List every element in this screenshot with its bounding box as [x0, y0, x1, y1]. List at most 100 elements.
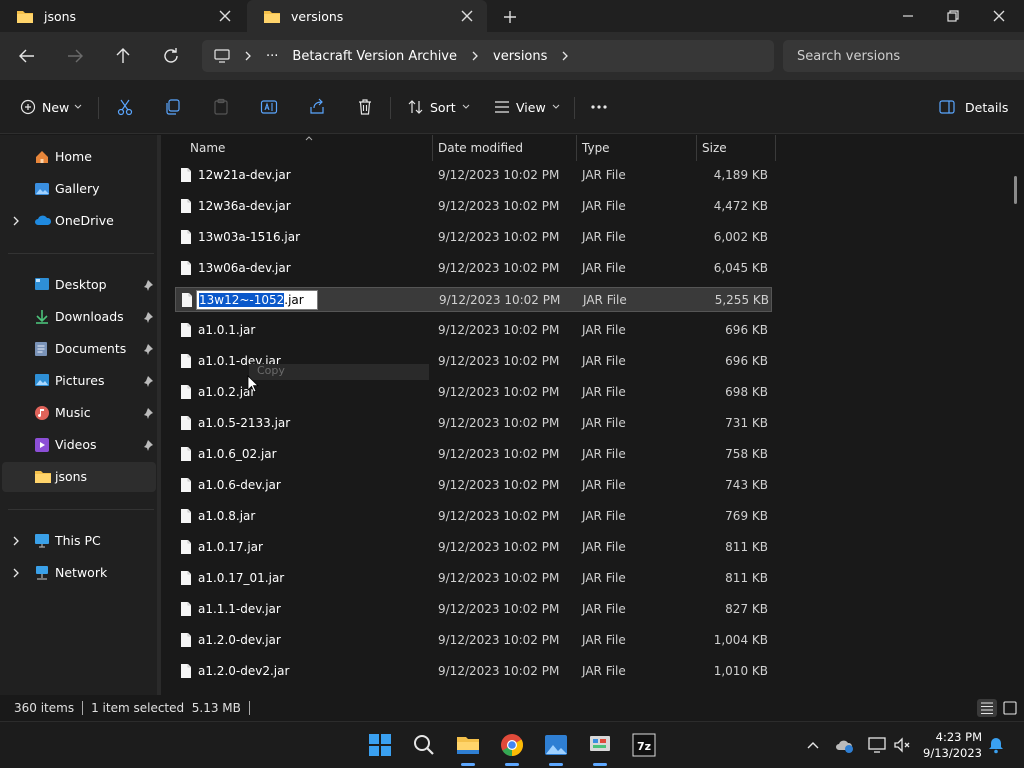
rename-button[interactable]: [260, 95, 278, 119]
taskbar-7zip[interactable]: 7z: [631, 732, 657, 758]
file-row[interactable]: 13w06a-dev.jar 9/12/2023 10:02 PM JAR Fi…: [175, 256, 772, 281]
documents-icon: [35, 342, 47, 356]
nav-item-pictures[interactable]: Pictures: [2, 366, 156, 396]
pin-icon[interactable]: [142, 439, 154, 451]
column-header-type[interactable]: Type: [576, 135, 696, 161]
file-row[interactable]: a1.0.5-2133.jar 9/12/2023 10:02 PM JAR F…: [175, 411, 772, 436]
rename-textbox[interactable]: 13w12~-1052 .jar: [196, 290, 318, 310]
address-bar[interactable]: ··· Betacraft Version Archive versions: [202, 40, 774, 72]
pin-icon[interactable]: [142, 375, 154, 387]
nav-item-this-pc[interactable]: This PC: [2, 526, 156, 556]
nav-item-network[interactable]: Network: [2, 558, 156, 588]
chevron-right-icon[interactable]: [244, 50, 252, 62]
chevron-right-icon[interactable]: [561, 50, 569, 62]
notification-bell-icon[interactable]: [986, 735, 1006, 755]
nav-item-gallery[interactable]: Gallery: [2, 174, 156, 204]
chevron-right-icon[interactable]: [12, 535, 20, 547]
file-size: 758 KB: [725, 447, 768, 461]
ellipsis-icon[interactable]: ···: [266, 49, 278, 64]
start-icon[interactable]: [367, 732, 393, 758]
close-icon[interactable]: [459, 8, 475, 24]
taskbar-chrome[interactable]: [499, 732, 525, 766]
delete-button[interactable]: [356, 95, 374, 119]
column-header-size[interactable]: Size: [696, 135, 775, 161]
nav-divider: [8, 253, 154, 254]
nav-item-home[interactable]: Home: [2, 142, 156, 172]
share-button[interactable]: [308, 95, 326, 119]
display-icon[interactable]: [867, 735, 887, 755]
search-icon[interactable]: [411, 732, 437, 758]
file-type: JAR File: [582, 509, 626, 523]
pin-icon[interactable]: [142, 311, 154, 323]
chevron-right-icon[interactable]: [12, 567, 20, 579]
details-view-icon[interactable]: [977, 699, 997, 717]
tiles-view-icon[interactable]: [1000, 699, 1020, 717]
tab-jsons[interactable]: jsons: [0, 0, 245, 32]
taskbar-photos[interactable]: [543, 732, 569, 766]
pin-icon[interactable]: [142, 279, 154, 291]
file-list-scrollbar[interactable]: [1014, 176, 1017, 204]
search-input[interactable]: [797, 48, 1017, 64]
copy-button[interactable]: [164, 95, 182, 119]
close-icon[interactable]: [217, 8, 233, 24]
minimize-icon[interactable]: [897, 5, 919, 27]
file-name: a1.1.1-dev.jar: [198, 602, 281, 616]
breadcrumb-betacraft[interactable]: Betacraft Version Archive: [292, 49, 457, 64]
file-row[interactable]: a1.0.17.jar 9/12/2023 10:02 PM JAR File …: [175, 535, 772, 560]
tab-versions[interactable]: versions: [247, 0, 487, 32]
column-header-name[interactable]: Name: [184, 135, 432, 161]
restore-icon[interactable]: [942, 5, 964, 27]
file-row[interactable]: a1.2.0-dev2.jar 9/12/2023 10:02 PM JAR F…: [175, 659, 772, 684]
new-button[interactable]: New: [20, 95, 82, 119]
forward-icon[interactable]: [63, 44, 87, 68]
breadcrumb-versions[interactable]: versions: [493, 49, 547, 64]
back-icon[interactable]: [15, 44, 39, 68]
nav-label: Home: [55, 149, 92, 164]
file-row[interactable]: a1.0.2.jar 9/12/2023 10:02 PM JAR File 6…: [175, 380, 772, 405]
file-row[interactable]: a1.0.8.jar 9/12/2023 10:02 PM JAR File 7…: [175, 504, 772, 529]
more-options-button[interactable]: [590, 95, 608, 119]
file-type: JAR File: [582, 354, 626, 368]
file-row[interactable]: a1.0.6_02.jar 9/12/2023 10:02 PM JAR Fil…: [175, 442, 772, 467]
taskbar-control-panel[interactable]: [587, 732, 613, 766]
file-row[interactable]: a1.0.1.jar 9/12/2023 10:02 PM JAR File 6…: [175, 318, 772, 343]
close-window-icon[interactable]: [988, 5, 1010, 27]
nav-item-jsons[interactable]: jsons: [2, 462, 156, 492]
pin-icon[interactable]: [142, 407, 154, 419]
system-clock[interactable]: 4:23 PM 9/13/2023: [922, 729, 982, 761]
cut-button[interactable]: [116, 95, 134, 119]
column-divider[interactable]: [775, 135, 776, 161]
nav-item-videos[interactable]: Videos: [2, 430, 156, 460]
nav-item-music[interactable]: Music: [2, 398, 156, 428]
nav-item-documents[interactable]: Documents: [2, 334, 156, 364]
paste-button[interactable]: [212, 95, 230, 119]
sort-button[interactable]: Sort: [408, 95, 470, 119]
nav-item-onedrive[interactable]: OneDrive: [2, 206, 156, 236]
pin-icon[interactable]: [142, 343, 154, 355]
file-row-selected[interactable]: 9/12/2023 10:02 PM JAR File 5,255 KB 13w…: [175, 287, 772, 312]
file-row[interactable]: a1.1.1-dev.jar 9/12/2023 10:02 PM JAR Fi…: [175, 597, 772, 622]
refresh-icon[interactable]: [159, 44, 183, 68]
taskbar-file-explorer[interactable]: [455, 732, 481, 766]
nav-item-desktop[interactable]: Desktop: [2, 270, 156, 300]
up-icon[interactable]: [111, 44, 135, 68]
file-row[interactable]: a1.2.0-dev.jar 9/12/2023 10:02 PM JAR Fi…: [175, 628, 772, 653]
onedrive-sync-icon[interactable]: [835, 735, 855, 755]
file-row[interactable]: 12w21a-dev.jar 9/12/2023 10:02 PM JAR Fi…: [175, 163, 772, 188]
speaker-muted-icon[interactable]: [892, 735, 912, 755]
file-date-modified: 9/12/2023 10:02 PM: [438, 602, 560, 616]
file-row[interactable]: 13w03a-1516.jar 9/12/2023 10:02 PM JAR F…: [175, 225, 772, 250]
details-button[interactable]: Details: [939, 95, 1008, 119]
new-tab-icon[interactable]: [500, 7, 520, 27]
file-date-modified: 9/12/2023 10:02 PM: [438, 168, 560, 182]
file-row[interactable]: a1.0.6-dev.jar 9/12/2023 10:02 PM JAR Fi…: [175, 473, 772, 498]
search-box[interactable]: [783, 40, 1024, 72]
chevron-up-icon[interactable]: [803, 735, 823, 755]
file-row[interactable]: 12w36a-dev.jar 9/12/2023 10:02 PM JAR Fi…: [175, 194, 772, 219]
nav-item-downloads[interactable]: Downloads: [2, 302, 156, 332]
column-header-date[interactable]: Date modified: [432, 135, 576, 161]
chevron-right-icon[interactable]: [12, 215, 20, 227]
view-button[interactable]: View: [494, 95, 560, 119]
chevron-right-icon[interactable]: [471, 50, 479, 62]
file-row[interactable]: a1.0.17_01.jar 9/12/2023 10:02 PM JAR Fi…: [175, 566, 772, 591]
